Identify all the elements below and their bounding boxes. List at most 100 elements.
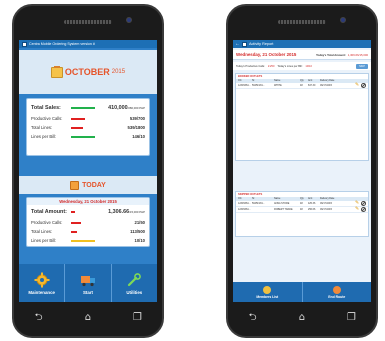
month-name: OCTOBER [64,67,110,77]
home-icon[interactable]: ⌂ [295,312,309,324]
speaker-grille [64,20,112,24]
today-productive-calls-label: Productive Calls: [31,220,63,225]
table-row[interactable]: 12345364... 5645F181... WHITE 48 847.30 … [236,83,368,89]
today-stats-card: Wednesday, 21 October 2015 Total Amount:… [26,197,150,247]
productive-calls-row: Productive Calls: 539/700 [31,114,145,123]
cancel-icon[interactable] [361,83,366,88]
maintenance-button[interactable]: Maintenance [19,264,66,302]
today-lines-per-bill-bar [71,239,95,242]
lines-per-bill-row: Lines per Bill: 146/10 [31,132,145,141]
table-row[interactable]: 12345364... ROBERT TRADE 48 256.66 09/17… [236,207,368,213]
productive-calls-bar [71,117,85,120]
report-actions: Members List End Route [233,282,371,302]
cancel-icon[interactable] [361,207,366,212]
app-title: Centra Mobile Ordering System version # [29,42,95,46]
total-sales-label: Total Sales: [31,105,61,111]
app-icon [22,41,27,47]
today-banner: TODAY [19,176,157,194]
skip-button[interactable]: SKIP [356,63,368,69]
utilities-button[interactable]: Utilities [112,264,157,302]
month-stats-card: Total Sales: 410,000/280,000 PHP Product… [26,98,150,156]
cancel-icon[interactable] [361,201,366,206]
month-year: 2015 [111,69,126,75]
cell-name: ROBERT TRADE [274,207,293,211]
total-amount-row: Total Amount: 1,306.66/15,000 PHP [31,206,145,218]
report-summary: Today's Productive Calls: 21/50 Today's … [233,62,371,70]
end-route-button[interactable]: End Route [303,282,372,302]
month-banner: OCTOBER 2015 [19,50,157,94]
activity-titlebar: ← Activity Report [233,40,371,48]
activity-report-screen: ← Activity Report Wednesday, 21 October … [233,40,371,302]
cell-delivery-date: 09/17/2015 [320,207,332,211]
front-camera [126,17,132,23]
productive-calls-label: Productive Calls: [31,116,63,121]
truck-icon [80,275,95,286]
cell-qty: 48 [300,83,303,87]
today-label: TODAY [82,181,106,189]
total-lines-label: Total Lines: [31,125,53,130]
cell-si: 5645F181... [252,83,265,87]
pencil-icon[interactable]: ✎ [355,207,360,212]
today-total-lines-label: Total Lines: [31,229,53,234]
right-phone: ← Activity Report Wednesday, 21 October … [226,4,378,338]
report-header: Wednesday, 21 October 2015 Today's Total… [233,50,371,60]
total-lines-value: 539/1800 [127,125,145,130]
cell-amt: 256.66 [308,207,316,211]
app-titlebar: Centra Mobile Ordering System version # [19,40,157,48]
recent-apps-icon[interactable]: ❐ [344,312,358,324]
cell-si: 5645F181... [252,201,265,205]
total-amount-value: 1,306.66/15,000 [347,52,368,57]
maintenance-label: Maintenance [28,289,55,295]
today-productive-calls-value: 21/50 [134,220,145,225]
cell-oc: 12345364... [238,83,251,87]
wrench-icon [128,272,142,286]
front-camera [340,17,346,23]
app-icon [242,41,247,47]
skipped-outlets-table: SKIPPED OUTLETS OC SI Name Qty Amt Deliv… [235,191,369,237]
lines-label: Today's Lines per Bill: [277,64,303,68]
report-date: Wednesday, 21 October 2015 [236,52,297,57]
end-route-label: End Route [328,294,346,299]
today-lines-per-bill-value: 10/10 [134,238,145,243]
total-sales-value: 410,000/280,000 PHP [108,105,145,111]
total-sales-bar [71,107,95,109]
activity-title: Activity Report [249,42,274,46]
productive-calls-value: 539/700 [129,116,145,121]
cell-qty: 48 [300,207,303,211]
booked-outlets-table: BOOKED OUTLETS OC SI Name Qty Amt Delive… [235,73,369,161]
total-lines-row: Total Lines: 539/1800 [31,123,145,132]
calendar-today-icon [70,180,80,190]
android-navbar: ⮌ ⌂ ❐ [14,306,162,330]
today-total-lines-row: Total Lines: 113/500 [31,227,145,236]
back-icon[interactable]: ⮌ [32,312,46,324]
pencil-icon[interactable]: ✎ [355,83,360,88]
total-amount-label: Total Amount: [31,209,67,215]
total-amount-label: Today's Total Amount: [316,52,346,57]
utilities-label: Utilities [126,289,143,295]
exit-icon [332,285,341,294]
today-total-lines-bar [71,230,77,233]
members-list-button[interactable]: Members List [233,282,303,302]
smiley-icon [263,285,272,294]
speaker-grille [278,20,326,24]
today-lines-per-bill-label: Lines per Bill: [31,238,57,243]
android-navbar: ⮌ ⌂ ❐ [228,306,376,330]
back-icon[interactable]: ⮌ [246,312,260,324]
lines-value: 10/10 [305,64,312,68]
main-menu-tiles: Maintenance Start Utilities [19,264,157,302]
today-productive-calls-row: Productive Calls: 21/50 [31,218,145,227]
gear-icon [34,272,50,287]
calls-value: 21/50 [267,64,275,68]
total-amount-bar [71,211,75,213]
home-icon[interactable]: ⌂ [81,312,95,324]
lines-per-bill-bar [71,135,95,138]
lines-per-bill-value: 146/10 [132,134,145,139]
today-lines-per-bill-row: Lines per Bill: 10/10 [31,236,145,245]
cell-delivery-date: 09/17/2015 [320,83,332,87]
back-arrow-icon[interactable]: ← [235,40,240,48]
start-button[interactable]: Start [65,264,112,302]
cell-name: WHITE [274,83,282,87]
recent-apps-icon[interactable]: ❐ [130,312,144,324]
today-date: Wednesday, 21 October 2015 [27,198,149,205]
cell-amt: 847.30 [308,83,316,87]
